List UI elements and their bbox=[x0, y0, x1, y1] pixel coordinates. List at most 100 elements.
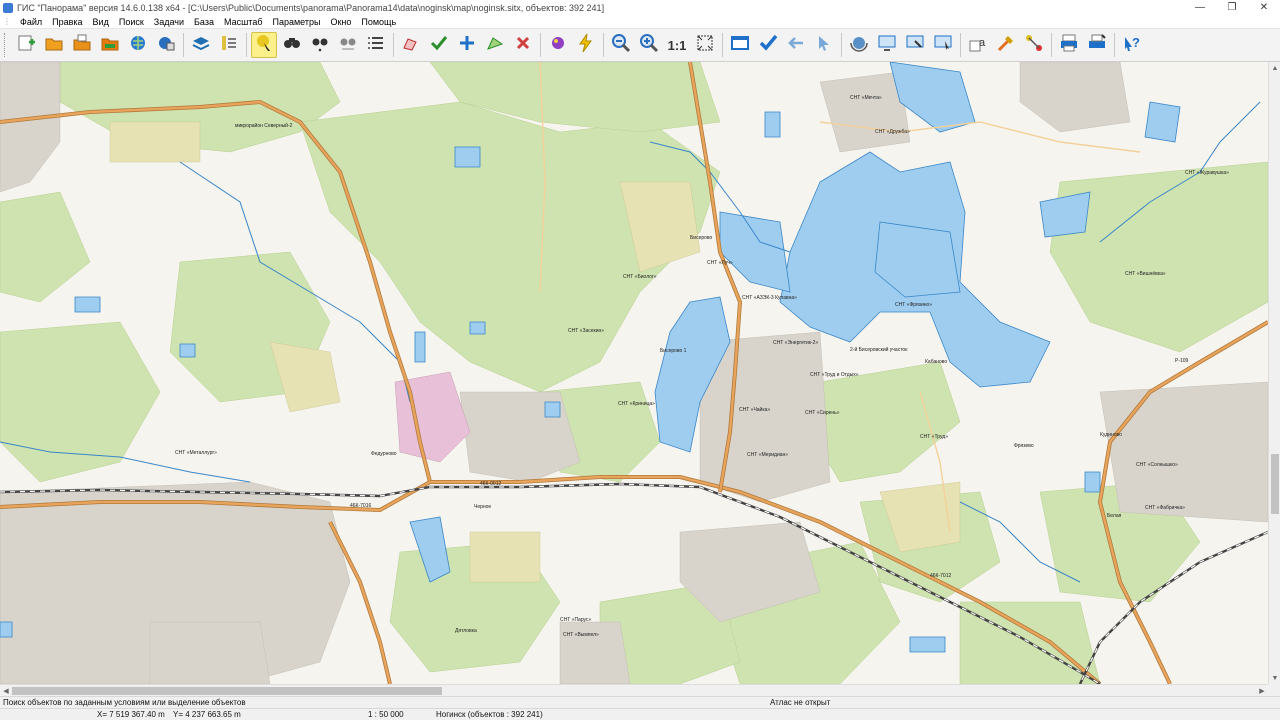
menu-database[interactable]: База bbox=[189, 15, 219, 29]
fit-window-button[interactable] bbox=[692, 32, 718, 58]
layers-button[interactable] bbox=[188, 32, 214, 58]
settlement-area bbox=[149, 621, 271, 684]
zoom-in-button[interactable] bbox=[636, 32, 662, 58]
delete-object-button[interactable] bbox=[510, 32, 536, 58]
map-label: СНТ «Труд» bbox=[920, 434, 948, 440]
map-legend-button[interactable] bbox=[216, 32, 242, 58]
binoculars-button[interactable] bbox=[279, 32, 305, 58]
main-toolbar: 1:1 a? bbox=[0, 29, 1280, 62]
zoom-out-button[interactable] bbox=[608, 32, 634, 58]
map-label: микрорайон Северный-2 bbox=[235, 122, 293, 129]
text-label-button[interactable]: a bbox=[965, 32, 991, 58]
atlas-status-text: Атлас не открыт bbox=[770, 698, 831, 707]
vertical-scroll-thumb[interactable] bbox=[1271, 454, 1279, 514]
minimize-button[interactable]: — bbox=[1184, 0, 1216, 15]
map-label: 2-й Бисеровский участок bbox=[850, 346, 908, 353]
printer-button[interactable] bbox=[1056, 32, 1082, 58]
maximize-button[interactable]: ❐ bbox=[1216, 0, 1248, 15]
checkmark-icon bbox=[758, 33, 778, 58]
edit-vertex-icon bbox=[485, 33, 505, 58]
horizontal-scrollbar[interactable]: ◀ ▶ bbox=[0, 684, 1268, 696]
screen-pointer-icon bbox=[933, 33, 953, 58]
scroll-down-icon[interactable]: ▼ bbox=[1269, 672, 1280, 684]
binoculars-all-icon bbox=[338, 33, 358, 58]
checkmark-button[interactable] bbox=[755, 32, 781, 58]
window-button[interactable] bbox=[727, 32, 753, 58]
map-label: СНТ «Луч» bbox=[707, 260, 733, 266]
menu-search[interactable]: Поиск bbox=[114, 15, 149, 29]
list-button[interactable] bbox=[363, 32, 389, 58]
map-info: Ногинск (объектов : 392 241) bbox=[436, 710, 543, 719]
add-point-button[interactable] bbox=[454, 32, 480, 58]
menu-window[interactable]: Окно bbox=[325, 15, 356, 29]
zoom-1to1-button[interactable]: 1:1 bbox=[664, 32, 690, 58]
screen-map-icon bbox=[877, 33, 897, 58]
map-label: СНТ «Труд и Отдых» bbox=[810, 372, 859, 378]
toolbar-separator bbox=[540, 33, 541, 57]
map-canvas[interactable]: СНТ «Вишнёвка» микрорайон Северный-2 СНТ… bbox=[0, 62, 1268, 684]
map-label: СНТ «Парус» bbox=[560, 617, 591, 623]
route-button[interactable] bbox=[1021, 32, 1047, 58]
toolbar-separator bbox=[841, 33, 842, 57]
map-label: СНТ «АЗЭК-3 Купавна» bbox=[742, 295, 797, 301]
select-object-button[interactable] bbox=[251, 32, 277, 58]
print-preview-icon bbox=[1087, 33, 1107, 58]
check-object-button[interactable] bbox=[426, 32, 452, 58]
map-label: СНТ «Энергетик-2» bbox=[773, 340, 818, 346]
map-label: 46К-7016 bbox=[350, 503, 371, 509]
map-label: 46К-0012 bbox=[480, 481, 501, 487]
check-object-icon bbox=[429, 33, 449, 58]
open-folder-stack-button[interactable] bbox=[69, 32, 95, 58]
close-button[interactable]: ✕ bbox=[1248, 0, 1280, 15]
open-osm-button[interactable] bbox=[97, 32, 123, 58]
map-view[interactable]: СНТ «Вишнёвка» микрорайон Северный-2 СНТ… bbox=[0, 62, 1268, 684]
map-label: СНТ «Криница» bbox=[618, 401, 655, 407]
screen-pointer-button[interactable] bbox=[930, 32, 956, 58]
scroll-up-icon[interactable]: ▲ bbox=[1269, 62, 1280, 74]
binoculars-icon bbox=[282, 33, 302, 58]
menu-tasks[interactable]: Задачи bbox=[149, 15, 189, 29]
globe-layers-button[interactable] bbox=[153, 32, 179, 58]
toolbar-separator bbox=[183, 33, 184, 57]
open-folder-button[interactable] bbox=[41, 32, 67, 58]
menu-view[interactable]: Вид bbox=[88, 15, 114, 29]
screen-select-button[interactable] bbox=[902, 32, 928, 58]
x-coordinate: X= 7 519 367.40 m bbox=[97, 710, 165, 719]
menu-scale[interactable]: Масштаб bbox=[219, 15, 268, 29]
back-arrow-button[interactable] bbox=[783, 32, 809, 58]
back-arrow-icon bbox=[786, 33, 806, 58]
rotate-globe-button[interactable] bbox=[846, 32, 872, 58]
toolbar-separator bbox=[722, 33, 723, 57]
binoculars-next-button[interactable] bbox=[307, 32, 333, 58]
menu-help[interactable]: Помощь bbox=[356, 15, 401, 29]
pond bbox=[414, 331, 426, 363]
menu-edit[interactable]: Правка bbox=[47, 15, 87, 29]
tools-button[interactable] bbox=[993, 32, 1019, 58]
map-label: СНТ «Фабричка» bbox=[1145, 505, 1185, 511]
svg-text:a: a bbox=[979, 37, 986, 49]
binoculars-next-icon bbox=[310, 33, 330, 58]
help-button[interactable]: ? bbox=[1119, 32, 1145, 58]
print-preview-button[interactable] bbox=[1084, 32, 1110, 58]
binoculars-all-button[interactable] bbox=[335, 32, 361, 58]
pond bbox=[1084, 471, 1101, 493]
map-legend-icon bbox=[219, 33, 239, 58]
vertical-scrollbar[interactable]: ▲ ▼ bbox=[1268, 62, 1280, 684]
menu-file[interactable]: Файл bbox=[15, 15, 47, 29]
delete-object-icon bbox=[513, 33, 533, 58]
paint-button[interactable] bbox=[545, 32, 571, 58]
edit-vertex-button[interactable] bbox=[482, 32, 508, 58]
horizontal-scroll-thumb[interactable] bbox=[12, 687, 442, 695]
window-icon bbox=[730, 33, 750, 58]
create-map-button[interactable] bbox=[13, 32, 39, 58]
map-label: Фрязево bbox=[1014, 443, 1034, 449]
menu-parameters[interactable]: Параметры bbox=[267, 15, 325, 29]
screen-map-button[interactable] bbox=[874, 32, 900, 58]
globe-button[interactable] bbox=[125, 32, 151, 58]
cursor-button[interactable] bbox=[811, 32, 837, 58]
app-icon bbox=[3, 2, 13, 13]
lake bbox=[1144, 101, 1181, 143]
edit-object-button[interactable] bbox=[398, 32, 424, 58]
lightning-button[interactable] bbox=[573, 32, 599, 58]
pond bbox=[0, 621, 13, 638]
